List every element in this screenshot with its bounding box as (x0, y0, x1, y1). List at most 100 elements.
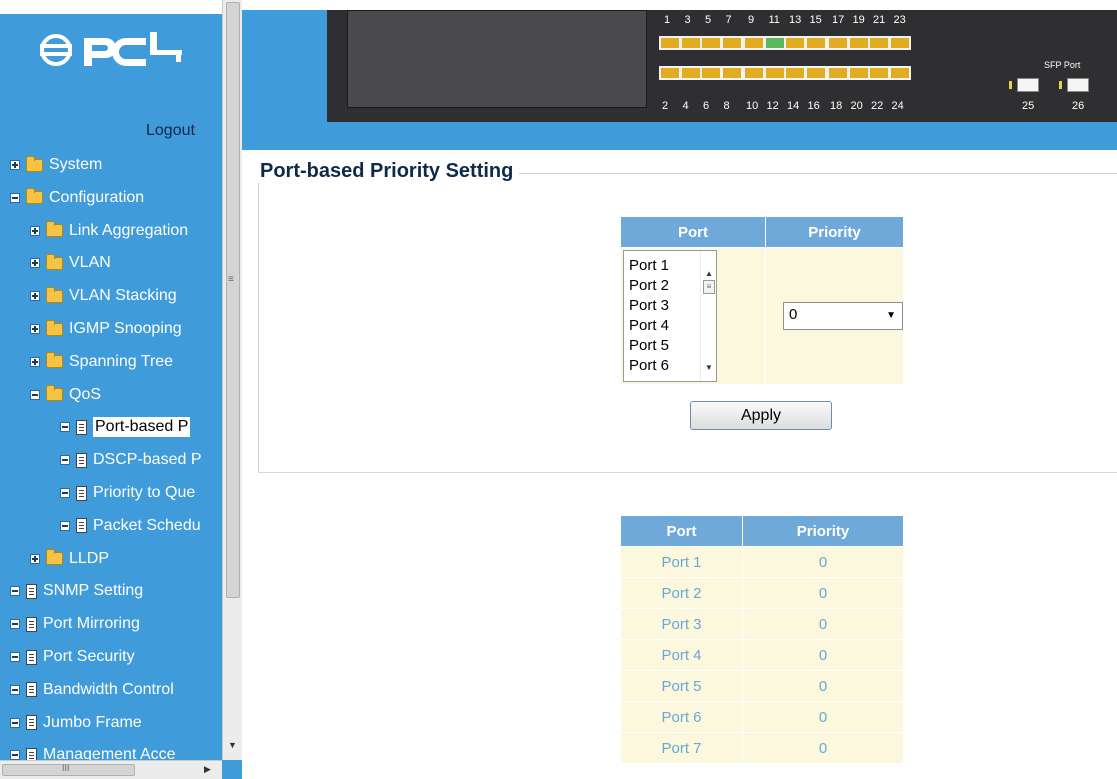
switch-front-panel: 1 2 3 4 5 6 7 8 9 10 11 12 13 14 15 16 17 18 19 20 21 22 23 24 2… (327, 10, 1117, 122)
collapse-icon[interactable] (10, 586, 20, 597)
collapse-icon[interactable] (10, 619, 20, 630)
tree-item[interactable]: VLAN (30, 248, 111, 278)
collapse-icon[interactable] (60, 488, 70, 498)
tree-item-label: Port Mirroring (43, 615, 140, 633)
port-number-label: 22 (871, 100, 884, 112)
table-row: Port 30 (620, 608, 904, 640)
collapse-icon[interactable] (10, 684, 20, 695)
collapse-icon[interactable] (10, 192, 20, 203)
sidebar-horizontal-scrollbar[interactable]: III ▶ (0, 760, 222, 779)
port-cell: Port 1 (620, 546, 743, 578)
port-number-label: 7 (725, 14, 732, 26)
port-option[interactable]: Port 1 (629, 257, 669, 274)
port-select-cell: ▲ ≡ ▼ Port 1 Port 2 Port 3 Port 4 Port 5 Port… (620, 247, 766, 385)
tree-item[interactable]: Spanning Tree (30, 347, 173, 377)
expand-icon[interactable] (30, 553, 40, 564)
grip-icon: ≡ (228, 274, 234, 285)
ethernet-port-icon (659, 66, 681, 80)
tree-item[interactable]: VLAN Stacking (30, 281, 177, 311)
port-number-label: 2 (662, 100, 669, 112)
chevron-down-icon: ▼ (886, 310, 896, 321)
tree-item[interactable]: Packet Schedu (60, 511, 201, 541)
tree-item[interactable]: Port-based P (60, 412, 191, 442)
port-number-label: 23 (893, 14, 906, 26)
tree-item[interactable]: SNMP Setting (10, 576, 143, 606)
expand-icon[interactable] (30, 356, 40, 367)
document-icon (26, 715, 37, 731)
tree-item[interactable]: Priority to Que (60, 478, 195, 508)
folder-icon (26, 155, 43, 172)
port-cell: Port 6 (620, 701, 743, 733)
port-cell: Port 2 (620, 577, 743, 609)
list-scrollbar[interactable]: ▲ ≡ ▼ (700, 251, 716, 381)
expand-icon[interactable] (30, 291, 40, 302)
port-number-label: 26 (1072, 100, 1085, 112)
scrollbar-thumb[interactable]: ≡ (703, 280, 715, 294)
ethernet-port-icon (679, 66, 702, 80)
tree-item[interactable]: System (10, 150, 102, 180)
sidebar-vertical-scrollbar[interactable]: ≡ ▼ (222, 0, 242, 760)
port-number-label: 1 (664, 14, 671, 26)
port-option[interactable]: Port 2 (629, 277, 669, 294)
tree-item[interactable]: DSCP-based P (60, 445, 202, 475)
port-number-label: 10 (746, 100, 759, 112)
collapse-icon[interactable] (60, 422, 70, 433)
tree-item-label: Port-based P (93, 417, 191, 438)
scroll-right-arrow-icon[interactable]: ▶ (204, 764, 211, 775)
expand-icon[interactable] (30, 225, 40, 236)
tree-item[interactable]: Configuration (10, 183, 144, 213)
collapse-icon[interactable] (10, 750, 20, 761)
table-row: Port 50 (620, 670, 904, 702)
tree-item-label: VLAN Stacking (69, 287, 177, 305)
apply-button[interactable]: Apply (690, 401, 832, 430)
ethernet-port-icon (743, 36, 765, 50)
port-cell: Port 5 (620, 670, 743, 702)
port-option[interactable]: Port 3 (629, 297, 669, 314)
tree-item[interactable]: QoS (30, 380, 101, 410)
port-option[interactable]: Port 4 (629, 317, 669, 334)
tree-item[interactable]: Bandwidth Control (10, 675, 174, 705)
sidebar: Logout System Configuration Link Aggregati… (0, 0, 242, 779)
tree-item[interactable]: LLDP (30, 544, 109, 574)
column-header-port: Port (620, 216, 766, 248)
document-icon (26, 616, 37, 632)
table-row: Port 20 (620, 577, 904, 609)
folder-icon (46, 352, 63, 369)
tree-item[interactable]: Port Mirroring (10, 609, 140, 639)
scroll-down-arrow-icon[interactable]: ▼ (228, 740, 237, 750)
expand-icon[interactable] (10, 160, 20, 170)
priority-edit-table: Port Priority ▲ ≡ ▼ Port 1 Port 2 Port 3 Po… (620, 216, 904, 385)
tree-item[interactable]: IGMP Snooping (30, 314, 182, 344)
expand-icon[interactable] (30, 258, 40, 269)
tree-item[interactable]: Jumbo Frame (10, 708, 142, 738)
document-icon (76, 419, 87, 435)
folder-icon (46, 221, 63, 238)
collapse-icon[interactable] (10, 717, 20, 728)
tree-item-label: Port Security (43, 648, 135, 665)
expand-icon[interactable] (30, 324, 40, 334)
scroll-down-arrow-icon[interactable]: ▼ (705, 363, 713, 372)
priority-dropdown[interactable]: 0 ▼ (783, 302, 903, 330)
port-number-label: 18 (830, 100, 843, 112)
logout-link[interactable]: Logout (146, 122, 195, 140)
ethernet-port-icon (720, 66, 743, 80)
tree-item[interactable]: Link Aggregation (30, 216, 188, 246)
port-priority-table: Port Priority Port 1 0 Port 2 0 Port 3 0 Port … (620, 515, 904, 764)
collapse-icon[interactable] (60, 455, 70, 466)
collapse-icon[interactable] (60, 520, 70, 531)
document-icon (76, 452, 87, 468)
ethernet-port-icon (827, 66, 849, 80)
tree-item[interactable]: Port Security (10, 642, 135, 672)
status-led-icon (1059, 81, 1062, 89)
collapse-icon[interactable] (30, 389, 40, 400)
scrollbar-thumb[interactable] (226, 2, 240, 598)
tree-item-label: VLAN (69, 254, 111, 272)
scroll-up-arrow-icon[interactable]: ▲ (705, 269, 713, 278)
port-option[interactable]: Port 6 (629, 357, 669, 374)
priority-cell: 0 (742, 732, 904, 764)
port-option[interactable]: Port 5 (629, 337, 669, 354)
port-number-label: 24 (891, 100, 904, 112)
port-multiselect-list[interactable]: ▲ ≡ ▼ Port 1 Port 2 Port 3 Port 4 Port 5 Port… (623, 250, 717, 382)
collapse-icon[interactable] (10, 652, 20, 662)
fieldset-border (258, 173, 259, 473)
